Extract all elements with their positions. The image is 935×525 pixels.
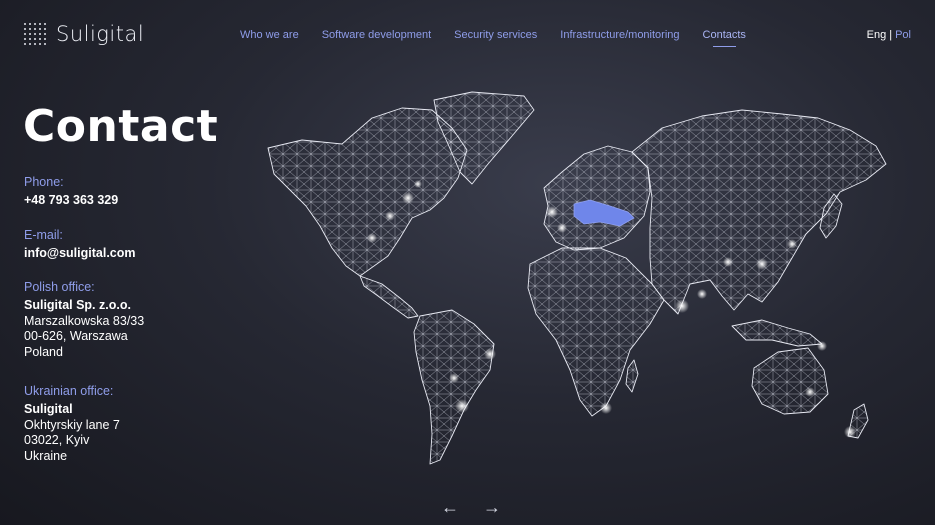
australia [751,347,829,415]
madagascar [625,359,639,393]
pager: ← → [441,498,525,516]
email-address[interactable]: info@suligital.com [24,246,136,262]
email-block: E-mail: info@suligital.com [24,228,136,262]
email-label: E-mail: [24,228,63,242]
polish-office-street: Marszalkowska 83/33 [24,313,145,328]
europe [543,145,651,251]
logo-text: Suligital [56,22,145,46]
polish-office-country: Poland [24,344,63,359]
indonesia [731,319,823,347]
lang-pol[interactable]: Pol [895,29,911,41]
ukrainian-office-street: Okhtyrskiy lane 7 [24,417,120,432]
polish-office-city: 00-626, Warszawa [24,329,128,343]
asia [631,109,887,315]
phone-number[interactable]: +48 793 363 329 [24,193,118,209]
nav-who-we-are[interactable]: Who we are [240,29,299,41]
nav-infrastructure-monitoring[interactable]: Infrastructure/monitoring [560,29,679,41]
main-nav: Who we are Software development Security… [240,29,769,47]
north-america [267,107,468,277]
world-map [267,91,887,465]
ukrainian-office-label: Ukrainian office: [24,384,114,398]
header: Suligital Who we are Software developmen… [0,0,935,70]
language-switcher: Eng | Pol [867,29,911,41]
logo[interactable]: Suligital [24,22,144,46]
nav-software-development[interactable]: Software development [322,29,431,41]
lang-eng[interactable]: Eng [867,29,887,41]
polish-office-company: Suligital Sp. z.o.o. [24,298,131,312]
prev-arrow-icon[interactable]: ← [441,498,459,516]
lang-separator: | [889,29,893,41]
ukrainian-office-country: Ukraine [24,448,68,463]
phone-block: Phone: +48 793 363 329 [24,175,118,209]
south-america [413,309,495,465]
next-arrow-icon[interactable]: → [483,498,501,516]
central-america [359,275,419,319]
polish-office-block: Polish office: Suligital Sp. z.o.o. Mars… [24,280,144,360]
polish-office-label: Polish office: [24,280,95,294]
ukrainian-office-city: 03022, Kyiv [24,433,90,447]
page-title: Contact [23,101,219,152]
africa [527,247,665,417]
logo-icon [24,23,46,45]
ukrainian-office-block: Ukrainian office: Suligital Okhtyrskiy l… [24,384,120,464]
ukrainian-office-company: Suligital [24,402,73,416]
phone-label: Phone: [24,175,64,189]
nav-security-services[interactable]: Security services [454,29,537,41]
nav-contacts[interactable]: Contacts [703,29,746,47]
